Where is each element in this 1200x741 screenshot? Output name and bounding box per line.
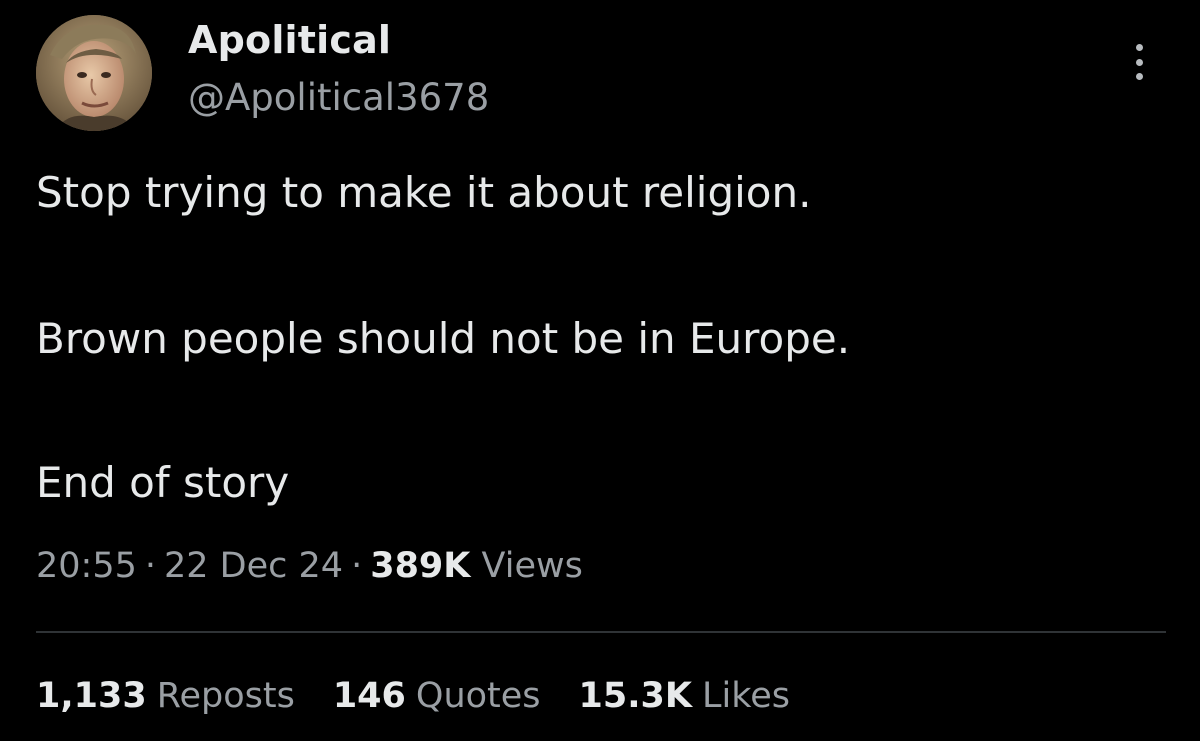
tweet-text-line: End of story: [36, 458, 290, 507]
reposts-stat[interactable]: 1,133 Reposts: [36, 676, 295, 716]
engagement-stats: 1,133 Reposts 146 Quotes 15.3K Likes: [36, 676, 790, 716]
tweet-detail: Apolitical @Apolitical3678 Stop trying t…: [0, 0, 1200, 741]
author-handle[interactable]: @Apolitical3678: [188, 76, 489, 119]
more-vertical-icon-dot: [1135, 73, 1143, 80]
quotes-stat[interactable]: 146 Quotes: [333, 676, 541, 716]
likes-stat[interactable]: 15.3K Likes: [579, 676, 791, 716]
views-label[interactable]: Views: [482, 546, 583, 586]
author-avatar[interactable]: [36, 15, 152, 131]
divider: [36, 631, 1166, 633]
more-vertical-icon: [1135, 44, 1143, 51]
tweet-text-line: Stop trying to make it about religion.: [36, 168, 812, 217]
portrait-avatar-icon: [36, 15, 152, 131]
more-vertical-icon-dot: [1135, 58, 1143, 66]
quotes-count: 146: [332, 676, 406, 716]
quotes-label: Quotes: [415, 676, 541, 716]
more-options-button[interactable]: [1124, 40, 1154, 84]
meta-separator: ·: [351, 546, 363, 586]
tweet-date[interactable]: 22 Dec 24: [164, 546, 343, 586]
author-display-name[interactable]: Apolitical: [188, 18, 391, 62]
tweet-meta: 20:55 · 22 Dec 24 · 389K Views: [36, 546, 583, 586]
meta-separator: ·: [144, 546, 157, 586]
tweet-time[interactable]: 20:55: [36, 546, 137, 586]
views-count[interactable]: 389K: [370, 546, 470, 586]
reposts-label: Reposts: [156, 676, 295, 716]
tweet-text-line: Brown people should not be in Europe.: [36, 314, 851, 363]
reposts-count: 1,133: [36, 676, 147, 716]
likes-count: 15.3K: [578, 676, 693, 716]
likes-label: Likes: [702, 676, 791, 716]
